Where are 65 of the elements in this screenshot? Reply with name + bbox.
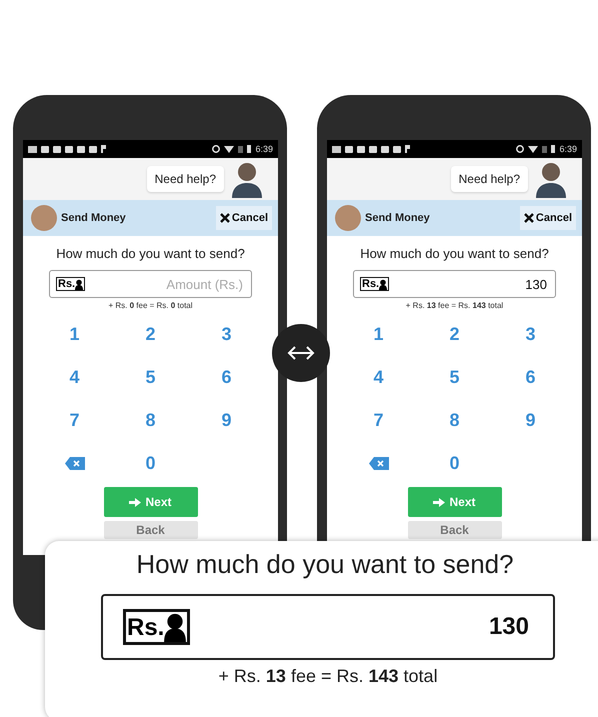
digit-key[interactable]: 1: [348, 313, 408, 356]
message-icon: [332, 146, 341, 152]
agent-avatar-icon[interactable]: [534, 160, 568, 198]
photo-placeholder: [335, 205, 361, 231]
backspace-icon[interactable]: [368, 457, 388, 470]
digit-key[interactable]: 7: [44, 399, 104, 442]
message-icon: [28, 146, 37, 152]
rupee-note-icon: Rs.: [123, 609, 190, 645]
screen-title: Send Money: [61, 212, 126, 224]
backspace-icon[interactable]: [64, 457, 84, 470]
help-bubble[interactable]: Need help?: [146, 166, 224, 192]
digit-key[interactable]: 5: [424, 356, 484, 399]
screen-title: Send Money: [365, 212, 430, 224]
signal-icon: [238, 146, 244, 152]
status-time: 6:39: [255, 144, 273, 154]
question-text: How much do you want to send?: [136, 549, 514, 580]
cancel-button[interactable]: Cancel: [520, 206, 576, 230]
amount-placeholder: Amount (Rs.): [166, 276, 243, 292]
cancel-button[interactable]: Cancel: [216, 206, 272, 230]
digit-key[interactable]: 8: [424, 399, 484, 442]
signal-icon: [542, 146, 548, 152]
digit-key[interactable]: 4: [44, 356, 104, 399]
next-button[interactable]: Next: [408, 487, 502, 517]
fee-summary: + Rs. 0 fee = Rs. 0 total: [107, 301, 194, 310]
fee-summary: + Rs. 13 fee = Rs. 143 total: [217, 666, 439, 687]
fee-summary: + Rs. 13 fee = Rs. 143 total: [404, 301, 504, 310]
status-time: 6:39: [559, 144, 577, 154]
rupee-note-icon: Rs.: [56, 277, 86, 291]
rupee-note-icon: Rs.: [360, 277, 390, 291]
digit-key[interactable]: 4: [348, 356, 408, 399]
amount-value: 130: [525, 276, 547, 292]
battery-icon: [551, 145, 556, 153]
next-button[interactable]: Next: [104, 487, 198, 517]
wifi-icon: [224, 146, 234, 152]
back-button[interactable]: Back: [408, 521, 502, 539]
digit-key[interactable]: 6: [500, 356, 560, 399]
photo-placeholder: [31, 205, 57, 231]
digit-key[interactable]: 5: [120, 356, 180, 399]
question-text: How much do you want to send?: [359, 246, 550, 261]
battery-icon: [247, 145, 252, 153]
back-button[interactable]: Back: [104, 521, 198, 539]
digit-key[interactable]: 1: [44, 313, 104, 356]
close-icon: [524, 213, 534, 223]
digit-key[interactable]: 2: [120, 313, 180, 356]
digit-key[interactable]: 3: [500, 313, 560, 356]
wifi-icon: [528, 146, 538, 152]
digit-key[interactable]: 7: [348, 399, 408, 442]
digit-key[interactable]: 3: [196, 313, 256, 356]
digit-key[interactable]: 6: [196, 356, 256, 399]
amount-field[interactable]: Rs. 130: [353, 270, 556, 298]
close-icon: [220, 213, 230, 223]
digit-key[interactable]: 0: [120, 442, 180, 485]
double-arrow-icon: [286, 345, 316, 361]
amount-value: 130: [488, 613, 529, 641]
digit-key[interactable]: 8: [120, 399, 180, 442]
amount-field[interactable]: Rs. Amount (Rs.): [49, 270, 252, 298]
digit-key[interactable]: 9: [500, 399, 560, 442]
digit-key[interactable]: 2: [424, 313, 484, 356]
digit-key[interactable]: 0: [424, 442, 484, 485]
question-text: How much do you want to send?: [55, 246, 246, 261]
arrow-right-icon: [433, 498, 446, 506]
help-bubble[interactable]: Need help?: [450, 166, 528, 192]
digit-key[interactable]: 9: [196, 399, 256, 442]
arrow-right-icon: [129, 498, 142, 506]
agent-avatar-icon[interactable]: [230, 160, 264, 198]
